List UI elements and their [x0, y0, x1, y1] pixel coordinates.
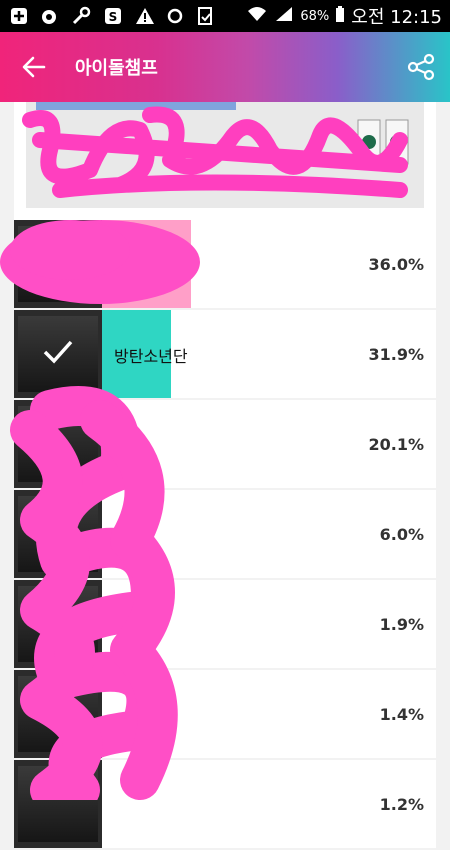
- share-icon: [407, 53, 435, 81]
- poll-row[interactable]: 1.9%: [14, 580, 436, 668]
- artist-thumbnail: [14, 670, 102, 758]
- vote-percent: 36.0%: [368, 255, 424, 274]
- ad-banner[interactable]: [14, 102, 436, 220]
- status-bar: S 68% 오전 12:15: [0, 0, 450, 32]
- vote-percent: 1.9%: [379, 615, 424, 634]
- back-button[interactable]: [18, 52, 50, 82]
- artist-thumbnail: [14, 220, 102, 308]
- arrow-left-icon: [22, 56, 46, 78]
- plus-icon: [8, 5, 30, 27]
- artist-thumbnail: [14, 400, 102, 488]
- check-icon: [43, 340, 73, 364]
- clock: 오전 12:15: [351, 7, 442, 28]
- vote-percent: 1.2%: [379, 795, 424, 814]
- wifi-icon: [246, 5, 268, 27]
- artist-thumbnail: [14, 490, 102, 578]
- wrench-icon: [70, 5, 92, 27]
- poll-result-list: 36.0% 방탄소년단 31.9% 20.1% 6.0% 1.9% 1.4% 1.2%: [14, 220, 436, 850]
- ad-banner-image: [26, 102, 424, 208]
- poll-row[interactable]: 6.0%: [14, 490, 436, 578]
- vote-percent: 20.1%: [368, 435, 424, 454]
- warning-icon: [134, 5, 156, 27]
- sync-icon: [164, 5, 186, 27]
- poll-row[interactable]: 1.2%: [14, 760, 436, 848]
- artist-thumbnail: [14, 760, 102, 848]
- svg-text:S: S: [109, 10, 118, 24]
- poll-row[interactable]: 1.4%: [14, 670, 436, 758]
- artist-name: 방탄소년단: [114, 347, 188, 366]
- poll-row[interactable]: 20.1%: [14, 400, 436, 488]
- coffee-cups-icon: [357, 119, 409, 165]
- signal-icon: [274, 5, 294, 27]
- battery-icon: [335, 5, 345, 27]
- vote-percent: 31.9%: [368, 345, 424, 364]
- poll-row[interactable]: 36.0%: [14, 220, 436, 308]
- app-bar: 아이돌챔프: [0, 32, 450, 102]
- dollar-app-icon: S: [102, 5, 124, 27]
- battery-percent: 68%: [300, 8, 330, 24]
- poll-row[interactable]: 방탄소년단 31.9%: [14, 310, 436, 398]
- vote-percent: 6.0%: [379, 525, 424, 544]
- camera-icon: [38, 5, 60, 27]
- share-button[interactable]: [406, 52, 436, 82]
- vote-percent: 1.4%: [379, 705, 424, 724]
- clipboard-icon: [194, 5, 216, 27]
- app-title: 아이돌챔프: [75, 58, 158, 79]
- artist-thumbnail: [14, 580, 102, 668]
- artist-thumbnail: [14, 310, 102, 398]
